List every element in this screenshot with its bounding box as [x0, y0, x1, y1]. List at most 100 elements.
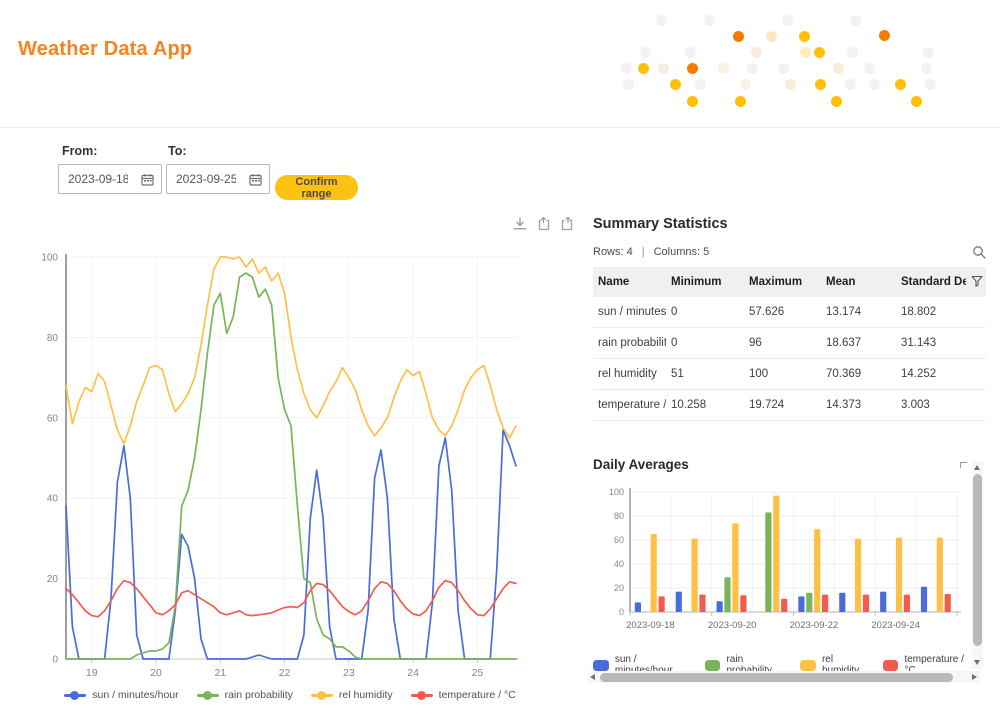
decorative-dot: [799, 31, 810, 42]
bar: [781, 599, 787, 612]
table-header-cell: Maximum: [744, 267, 821, 297]
zoom-reset-right-icon[interactable]: [558, 216, 574, 232]
svg-text:80: 80: [47, 333, 59, 344]
svg-text:19: 19: [86, 667, 98, 679]
from-date-input[interactable]: [68, 172, 128, 186]
horizontal-scrollbar[interactable]: [587, 671, 980, 683]
filter-cell: [966, 267, 986, 297]
decorative-dot: [733, 31, 744, 42]
decorative-dot: [847, 47, 858, 58]
bar: [692, 539, 698, 612]
legend-label: rel humidity: [339, 689, 393, 701]
bar: [659, 596, 665, 612]
table-cell: 100: [744, 359, 821, 390]
bar: [773, 496, 779, 612]
table-cell: sun / minutes/…: [593, 297, 666, 328]
decorative-dot: [923, 47, 934, 58]
table-cell-empty: [966, 297, 986, 328]
download-icon[interactable]: [512, 216, 528, 232]
legend-label: rain probability: [225, 689, 293, 701]
table-cell-empty: [966, 390, 986, 421]
bar: [798, 596, 804, 612]
scroll-up-arrow[interactable]: [974, 465, 980, 470]
table-row: temperature / …10.25819.72414.3733.003: [593, 390, 986, 421]
bar-chart[interactable]: 0204060801002023-09-182023-09-202023-09-…: [590, 475, 965, 643]
to-date-box[interactable]: [166, 164, 270, 194]
svg-text:23: 23: [343, 667, 355, 679]
svg-text:24: 24: [407, 667, 419, 679]
table-cell: 18.802: [896, 297, 966, 328]
svg-text:80: 80: [614, 511, 624, 521]
legend-item: rel humidity: [311, 689, 393, 701]
decorative-dot: [785, 79, 796, 90]
decorative-dot: [751, 47, 762, 58]
svg-text:22: 22: [279, 667, 291, 679]
calendar-icon[interactable]: [141, 173, 154, 186]
svg-text:20: 20: [47, 574, 59, 585]
horizontal-scroll-thumb[interactable]: [600, 673, 953, 682]
decorative-dot: [685, 47, 696, 58]
decorative-dot: [766, 31, 777, 42]
legend-swatch: [800, 660, 816, 671]
table-cell-empty: [966, 359, 986, 390]
svg-text:2023-09-22: 2023-09-22: [790, 620, 839, 631]
decorative-dot: [925, 79, 936, 90]
table-cell: rel humidity: [593, 359, 666, 390]
decorative-dot: [718, 63, 729, 74]
decorative-dot: [658, 63, 669, 74]
scroll-down-arrow[interactable]: [974, 660, 980, 665]
bar: [699, 595, 705, 612]
page-title: Weather Data App: [18, 38, 192, 61]
zoom-reset-left-icon[interactable]: [535, 216, 551, 232]
table-header-cell: Minimum: [666, 267, 744, 297]
table-cell: 70.369: [821, 359, 896, 390]
table-cell: 18.637: [821, 328, 896, 359]
svg-text:21: 21: [214, 667, 226, 679]
vertical-scrollbar[interactable]: [972, 461, 983, 669]
table-cell: 14.373: [821, 390, 896, 421]
summary-title: Summary Statistics: [593, 216, 986, 232]
decorative-dot: [879, 30, 890, 41]
line-chart[interactable]: 02040608010019202122232425: [40, 245, 540, 685]
to-label: To:: [168, 144, 187, 158]
legend-item: temperature / °C: [411, 689, 516, 701]
scroll-right-arrow[interactable]: [972, 674, 977, 680]
resize-corner-mark: [960, 462, 967, 468]
table-header-cell: Standard De…: [896, 267, 966, 297]
svg-text:0: 0: [52, 655, 58, 666]
decorative-dot: [621, 63, 632, 74]
confirm-range-button[interactable]: Confirm range: [275, 175, 358, 200]
from-date-box[interactable]: [58, 164, 162, 194]
legend-item: sun / minutes/hour: [64, 689, 178, 701]
vertical-scroll-thumb[interactable]: [973, 474, 982, 646]
scroll-left-arrow[interactable]: [590, 674, 595, 680]
summary-statistics-panel: Summary Statistics Rows: 4 | Columns: 5 …: [593, 216, 986, 421]
svg-text:100: 100: [41, 253, 58, 264]
filter-icon[interactable]: [971, 275, 983, 287]
svg-text:40: 40: [614, 559, 624, 569]
bar: [937, 538, 943, 612]
decorative-dot: [687, 96, 698, 107]
legend-line-marker: [197, 694, 219, 697]
bar: [806, 593, 812, 612]
calendar-icon[interactable]: [249, 173, 262, 186]
table-cell: 0: [666, 328, 744, 359]
from-label: From:: [62, 144, 97, 158]
table-cell: 10.258: [666, 390, 744, 421]
decorative-dot: [850, 15, 861, 26]
to-date-input[interactable]: [176, 172, 236, 186]
legend-line-marker: [311, 694, 333, 697]
table-cell: temperature / …: [593, 390, 666, 421]
chart-toolbar: [512, 216, 574, 232]
decorative-dot: [704, 15, 715, 26]
bar: [855, 539, 861, 612]
svg-text:2023-09-18: 2023-09-18: [626, 620, 675, 631]
table-cell: 31.143: [896, 328, 966, 359]
bar: [732, 523, 738, 612]
rows-count: Rows: 4: [593, 246, 633, 258]
bar: [921, 587, 927, 612]
meta-separator: |: [642, 246, 645, 258]
search-icon[interactable]: [972, 245, 986, 259]
bar: [740, 595, 746, 612]
decorative-dot: [623, 79, 634, 90]
